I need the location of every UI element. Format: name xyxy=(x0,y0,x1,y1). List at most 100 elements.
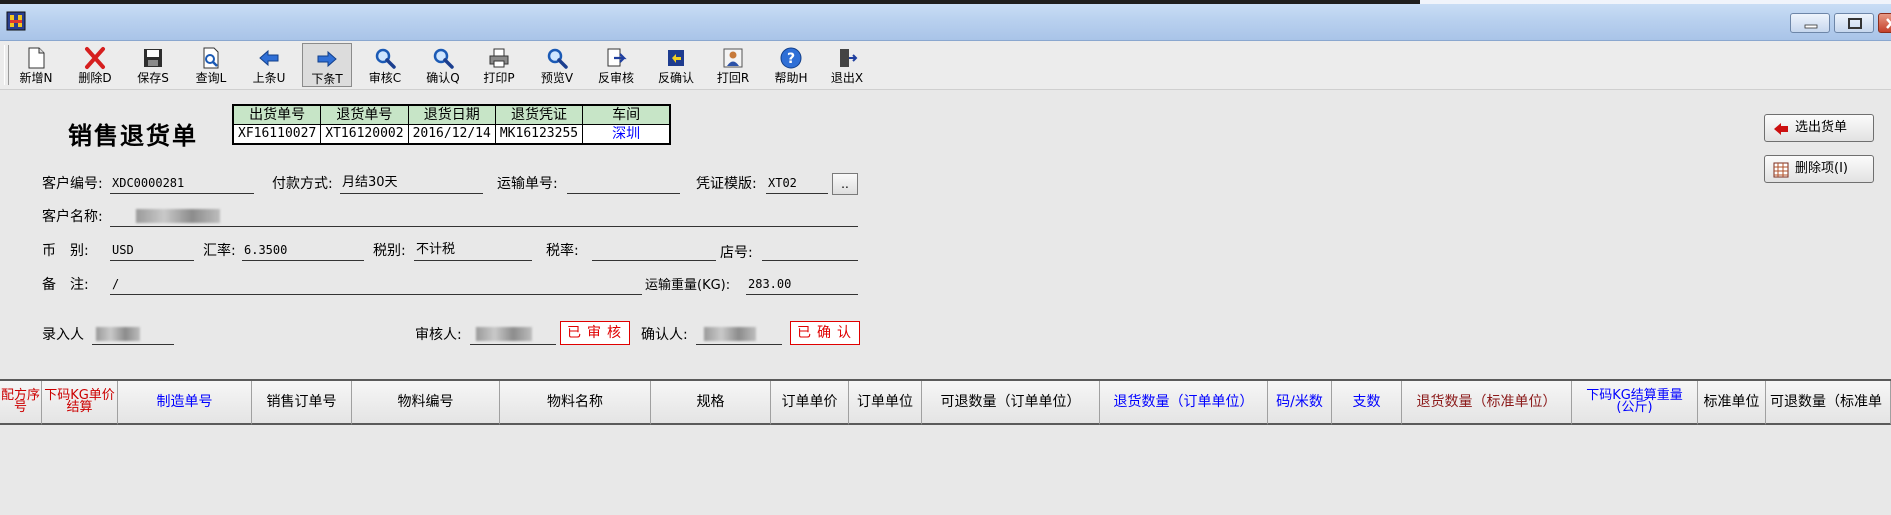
next-record-label: 下条T xyxy=(311,72,343,86)
grid-col-kg-weight[interactable]: 下码KG结算重量(公斤) xyxy=(1572,381,1698,425)
save-disk-icon xyxy=(144,49,162,67)
grid-col-return-qty-order[interactable]: 退货数量（订单单位） xyxy=(1100,381,1268,425)
remark-field[interactable]: / xyxy=(110,275,642,295)
help-button[interactable]: ? 帮助H xyxy=(766,43,816,87)
voucher-template-field[interactable]: XT02 xyxy=(766,174,828,194)
tax-rate-label: 税率: xyxy=(546,243,579,259)
auditor-field xyxy=(470,325,556,345)
redacted-auditor xyxy=(476,326,532,341)
return-button[interactable]: 打回R xyxy=(708,43,758,87)
tax-rate-field[interactable] xyxy=(592,241,716,261)
header-col-return-date: 退货日期 xyxy=(407,104,496,125)
grid-table-icon xyxy=(1773,162,1789,178)
exit-button[interactable]: 退出X xyxy=(822,43,872,87)
toolbar-grip[interactable] xyxy=(4,45,9,85)
voucher-template-label: 凭证模版: xyxy=(696,176,757,192)
new-button-label: 新增N xyxy=(19,71,53,85)
customer-name-field[interactable] xyxy=(110,207,858,227)
grid-col-material-no[interactable]: 物料编号 xyxy=(352,381,500,425)
entered-by-field xyxy=(92,325,174,345)
confirmed-stamp: 已确认 xyxy=(790,321,860,345)
unaudit-button[interactable]: 反审核 xyxy=(588,43,644,87)
save-button[interactable]: 保存S xyxy=(128,43,178,87)
grid-col-sales-order-no[interactable]: 销售订单号 xyxy=(252,381,352,425)
confirmer-field xyxy=(696,325,782,345)
return-date-value: 2016/12/14 xyxy=(407,124,496,145)
title-bar xyxy=(0,4,1891,41)
tax-type-field[interactable]: 不计税 xyxy=(414,241,532,261)
grid-col-returnable-qty-standard[interactable]: 可退数量（标准单 xyxy=(1766,381,1891,425)
currency-label: 币 别: xyxy=(42,243,89,259)
minimize-icon xyxy=(1804,24,1818,29)
grid-col-manufacture-no[interactable]: 制造单号 xyxy=(118,381,252,425)
unconfirm-button[interactable]: 反确认 xyxy=(648,43,704,87)
new-button[interactable]: 新增N xyxy=(14,43,58,87)
header-col-workshop: 车间 xyxy=(582,104,671,125)
grid-col-yard-meter[interactable]: 码/米数 xyxy=(1268,381,1332,425)
svg-text:?: ? xyxy=(787,51,795,67)
minimize-button[interactable] xyxy=(1790,13,1830,33)
undo-document-icon xyxy=(607,48,627,67)
transport-weight-label: 运输重量(KG): xyxy=(645,278,731,293)
document-header-table: 出货单号 退货单号 退货日期 退货凭证 车间 XF16110027 XT1612… xyxy=(232,104,672,145)
maximize-button[interactable] xyxy=(1834,13,1874,33)
grid-col-order-price[interactable]: 订单单价 xyxy=(771,381,849,425)
audit-button[interactable]: 审核C xyxy=(360,43,410,87)
next-record-button[interactable]: 下条T xyxy=(302,43,352,87)
confirmer-label: 确认人: xyxy=(641,327,688,343)
grid-col-returnable-qty-order[interactable]: 可退数量（订单单位） xyxy=(922,381,1100,425)
query-button-label: 查询L xyxy=(195,71,227,85)
grid-col-pieces[interactable]: 支数 xyxy=(1332,381,1402,425)
detail-grid[interactable]: 配方序号 下码KG单价结算 制造单号 销售订单号 物料编号 物料名称 规格 订单… xyxy=(0,379,1891,515)
main-toolbar: 新增N 删除D 保存S 查询L 上条U 下条T 审核C 确认Q 打印P 预览V … xyxy=(0,41,1891,90)
delete-button[interactable]: 删除D xyxy=(70,43,120,87)
app-window: 新增N 删除D 保存S 查询L 上条U 下条T 审核C 确认Q 打印P 预览V … xyxy=(0,0,1891,515)
arrow-left-icon xyxy=(1774,123,1788,135)
header-col-return-voucher: 退货凭证 xyxy=(494,104,584,125)
close-icon xyxy=(1886,18,1891,29)
delete-item-label: 删除项(I) xyxy=(1795,161,1848,176)
printer-icon xyxy=(489,48,509,68)
query-document-icon xyxy=(203,47,219,69)
payment-field[interactable]: 月结30天 xyxy=(340,174,483,194)
print-button[interactable]: 打印P xyxy=(474,43,524,87)
magnifier-icon xyxy=(375,48,396,69)
exchange-rate-label: 汇率: xyxy=(203,243,236,259)
query-button[interactable]: 查询L xyxy=(186,43,236,87)
select-shipment-button[interactable]: 选出货单 xyxy=(1764,114,1874,142)
new-document-icon xyxy=(28,47,45,69)
exchange-rate-field[interactable]: 6.3500 xyxy=(242,241,364,261)
shipment-no-value: XF16110027 xyxy=(232,124,322,145)
grid-col-material-name[interactable]: 物料名称 xyxy=(500,381,651,425)
delete-item-button[interactable]: 删除项(I) xyxy=(1764,155,1874,183)
grid-col-recipe-seq[interactable]: 配方序号 xyxy=(0,381,42,425)
select-shipment-label: 选出货单 xyxy=(1795,120,1848,135)
voucher-template-browse-button[interactable]: .. xyxy=(832,173,858,195)
return-voucher-value: MK16123255 xyxy=(494,124,584,145)
return-button-label: 打回R xyxy=(716,71,750,85)
store-no-field[interactable] xyxy=(762,241,858,261)
confirm-button[interactable]: 确认Q xyxy=(418,43,468,87)
redacted-customer-name xyxy=(136,208,220,223)
customer-no-field[interactable]: XDC0000281 xyxy=(110,174,254,194)
grid-col-order-unit[interactable]: 订单单位 xyxy=(849,381,922,425)
transport-no-field[interactable] xyxy=(567,174,680,194)
grid-col-return-qty-standard[interactable]: 退货数量（标准单位） xyxy=(1402,381,1572,425)
redacted-confirmer xyxy=(704,326,756,341)
arrow-right-icon xyxy=(317,50,337,68)
grid-col-kg-price[interactable]: 下码KG单价结算 xyxy=(42,381,118,425)
grid-col-spec[interactable]: 规格 xyxy=(651,381,771,425)
delete-button-label: 删除D xyxy=(78,71,112,85)
transport-weight-field[interactable]: 283.00 xyxy=(746,275,858,295)
redacted-entered-by xyxy=(96,326,140,341)
preview-button[interactable]: 预览V xyxy=(532,43,582,87)
currency-field[interactable]: USD xyxy=(110,241,194,261)
arrow-left-icon xyxy=(259,49,279,67)
workshop-value[interactable]: 深圳 xyxy=(582,124,671,145)
audited-stamp: 已审核 xyxy=(560,321,630,345)
grid-col-standard-unit[interactable]: 标准单位 xyxy=(1698,381,1766,425)
close-button[interactable] xyxy=(1878,13,1891,33)
header-col-return-no: 退货单号 xyxy=(320,104,409,125)
previous-record-button[interactable]: 上条U xyxy=(246,43,292,87)
magnifier-icon xyxy=(433,48,454,69)
